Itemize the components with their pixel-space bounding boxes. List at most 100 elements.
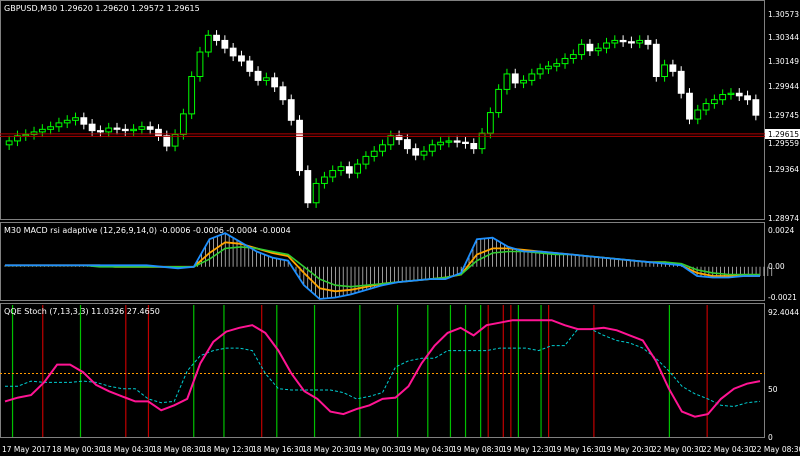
price-tick: 1.29364 xyxy=(768,165,799,174)
candle-body xyxy=(362,155,370,165)
candle-body xyxy=(677,70,685,94)
price-panel-frame xyxy=(0,0,765,220)
candle-body xyxy=(47,126,55,130)
candle-body xyxy=(138,126,146,130)
candle-body xyxy=(179,113,187,135)
candle-body xyxy=(296,119,303,172)
candle-body xyxy=(63,119,71,124)
price-tick: 1.30344 xyxy=(768,33,799,42)
time-label: 18 May 16:30 xyxy=(252,445,304,454)
candle-body xyxy=(188,76,196,115)
time-label: 19 May 04:30 xyxy=(402,445,454,454)
candle-body xyxy=(229,47,237,57)
time-label: 18 May 20:30 xyxy=(302,445,354,454)
candle-body xyxy=(686,92,693,120)
candle-body xyxy=(661,64,668,78)
candle-body xyxy=(271,77,279,88)
candle-body xyxy=(38,128,46,133)
candle-body xyxy=(312,182,320,204)
qqe-axis: 92.4044 50 0 xyxy=(768,308,799,442)
qqe-panel-frame xyxy=(0,303,765,438)
candle-body xyxy=(262,77,270,81)
candle-body xyxy=(88,123,96,132)
qqe-plot xyxy=(0,305,765,437)
candle-body xyxy=(387,135,395,146)
candle-body xyxy=(22,133,30,137)
candle-body xyxy=(155,128,162,137)
candle-body xyxy=(486,112,494,134)
candle-body xyxy=(146,126,154,130)
candle-body xyxy=(702,103,710,111)
candle-body xyxy=(462,141,469,145)
candle-body xyxy=(370,150,378,157)
candle-body xyxy=(453,140,461,143)
candle-body xyxy=(694,109,702,120)
candle-body xyxy=(644,39,652,45)
price-tick: 1.30149 xyxy=(768,57,799,66)
time-label: 18 May 00:30 xyxy=(52,445,104,454)
candle-body xyxy=(536,68,544,75)
candle-body xyxy=(97,130,104,133)
candle-body xyxy=(636,39,644,44)
candle-body xyxy=(121,128,129,132)
qqe-tick: 0 xyxy=(768,433,773,442)
candle-body xyxy=(735,92,743,97)
time-label: 18 May 04:30 xyxy=(102,445,154,454)
qqe-main-line xyxy=(4,319,761,418)
candle-body xyxy=(80,117,88,125)
candle-body xyxy=(594,47,602,52)
candle-body xyxy=(445,140,453,143)
time-label: 18 May 08:30 xyxy=(152,445,204,454)
current-price-tag: 1.29615 xyxy=(768,130,799,139)
time-label: 19 May 00:30 xyxy=(352,445,404,454)
macd-tick: 0.00 xyxy=(768,262,785,271)
candle-body xyxy=(744,95,751,101)
candle-body xyxy=(503,73,511,90)
candle-body xyxy=(569,54,577,59)
qqe-tick: 50 xyxy=(768,385,778,394)
price-axis: 1.30573 1.30344 1.30149 1.29944 1.29745 … xyxy=(768,10,799,223)
candle-body xyxy=(321,176,328,184)
candle-body xyxy=(213,34,220,41)
macd-plot xyxy=(4,232,773,300)
candle-body xyxy=(55,122,63,128)
price-tick: 1.29745 xyxy=(768,111,799,120)
candle-body xyxy=(545,65,552,70)
candle-body xyxy=(511,73,519,84)
candle-body xyxy=(304,170,312,204)
time-axis: 17 May 2017 18 May 00:30 18 May 04:30 18… xyxy=(2,445,800,454)
candle-body xyxy=(196,51,204,78)
price-tick: 1.28974 xyxy=(768,214,799,223)
candle-body xyxy=(495,88,503,114)
candle-body xyxy=(478,132,486,150)
candle-body xyxy=(221,39,229,49)
candle-body xyxy=(379,144,386,152)
candle-body xyxy=(354,163,362,174)
candle-body xyxy=(204,34,212,53)
time-label: 19 May 12:30 xyxy=(502,445,554,454)
candle-body xyxy=(287,99,295,121)
candle-body xyxy=(652,43,660,78)
candle-body xyxy=(586,43,594,52)
candle-body xyxy=(752,99,760,116)
macd-tick: 0.0024 xyxy=(768,226,794,235)
candle-body xyxy=(113,127,121,130)
candle-body xyxy=(437,141,444,146)
candle-body xyxy=(528,73,536,81)
time-label: 22 May 00:30 xyxy=(652,445,704,454)
candle-body xyxy=(428,144,436,152)
candle-body xyxy=(727,92,735,96)
candle-body xyxy=(279,86,287,101)
candle-body xyxy=(130,128,138,132)
price-chart-title: GBPUSD,M30 1.29620 1.29620 1.29572 1.296… xyxy=(4,4,200,13)
candle-body xyxy=(246,60,254,72)
candle-body xyxy=(561,57,569,65)
candle-body xyxy=(337,166,345,172)
time-label: 19 May 08:30 xyxy=(452,445,504,454)
candle-body xyxy=(619,39,627,43)
trading-chart[interactable]: GBPUSD,M30 1.29620 1.29620 1.29572 1.296… xyxy=(0,0,800,456)
macd-axis: 0.0024 0.00 -0.0021 xyxy=(768,226,797,302)
price-tick: 1.29944 xyxy=(768,82,799,91)
time-label: 18 May 12:30 xyxy=(202,445,254,454)
price-tick: 1.30573 xyxy=(768,10,799,19)
